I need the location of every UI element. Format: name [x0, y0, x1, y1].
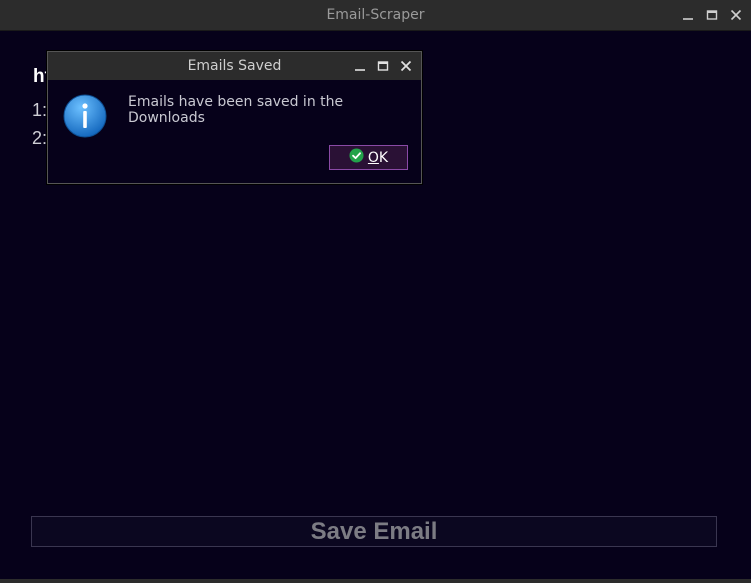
dialog-titlebar[interactable]: Emails Saved	[48, 52, 421, 80]
ok-button[interactable]: OK	[329, 145, 408, 170]
window-titlebar[interactable]: Email-Scraper	[0, 0, 751, 31]
close-icon[interactable]	[727, 6, 745, 24]
info-icon	[63, 94, 107, 138]
window-bottom-border	[0, 579, 751, 583]
window-controls	[679, 6, 745, 24]
window-title: Email-Scraper	[326, 7, 425, 23]
emails-saved-dialog: Emails Saved Emails have been saved in t…	[47, 51, 422, 184]
close-icon[interactable]	[397, 57, 415, 75]
dialog-controls	[351, 57, 415, 75]
save-email-button[interactable]: Save Email	[31, 516, 717, 547]
ok-label: OK	[368, 150, 388, 166]
email-row: 2:	[32, 128, 48, 148]
main-window: Email-Scraper ht 1: 2: Save Email Emails…	[0, 0, 751, 583]
maximize-icon[interactable]	[374, 57, 392, 75]
email-row: 1:	[32, 100, 48, 120]
dialog-message: Emails have been saved in the Downloads	[128, 94, 344, 126]
ok-label-rest: K	[378, 149, 389, 166]
minimize-icon[interactable]	[351, 57, 369, 75]
maximize-icon[interactable]	[703, 6, 721, 24]
check-icon	[349, 148, 364, 167]
ok-mnemonic: O	[367, 149, 379, 166]
minimize-icon[interactable]	[679, 6, 697, 24]
